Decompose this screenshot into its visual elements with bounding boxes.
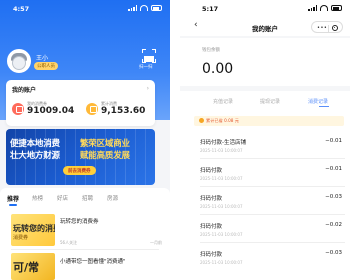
miniprogram-capsule: ••• <box>311 21 343 33</box>
record-date: 2025-11-03 10:00:07 <box>200 232 243 237</box>
feed-list: 玩转您的消费券 消费券 玩转您的消费券 56人关注 一月前 可/常 小通带您一图… <box>0 208 170 280</box>
records-panel: 充值记录 提现记录 消费记录 累计已省 0.08 元 扫码付款-生活店铺 202… <box>180 91 350 280</box>
record-name: 扫码付款-生活店铺 <box>200 140 246 146</box>
signal-icon <box>308 5 317 11</box>
record-amount: −0.02 <box>325 222 342 228</box>
record-date: 2025-11-03 10:00:07 <box>200 260 243 265</box>
banner-line-2: 壮大地方财源 <box>10 151 60 161</box>
divider <box>200 214 345 215</box>
capsule-divider <box>328 24 329 32</box>
tab-jobs[interactable]: 招聘 <box>82 194 93 202</box>
tab-recommend[interactable]: 推荐 <box>7 194 19 203</box>
divider <box>200 158 345 159</box>
tab-hot[interactable]: 热榜 <box>32 194 43 202</box>
nav-bar: ‹ 我的账户 ••• <box>180 18 350 36</box>
thumb-title: 玩转您的消费券 <box>13 224 55 233</box>
signal-icon <box>128 5 137 11</box>
status-bar: 5:17 <box>180 0 350 18</box>
feed-item-title[interactable]: 玩转您的消费券 <box>60 217 99 225</box>
thumb-title: 可/常 <box>13 261 40 274</box>
record-amount: −0.03 <box>325 194 342 200</box>
thumb-sub: 消费券 <box>13 235 29 241</box>
coupon-stat[interactable]: 我的消费券 91009.04 <box>12 101 74 116</box>
balance-card: 钱包余额 0.00 <box>180 38 350 86</box>
status-icons <box>128 5 162 11</box>
wallet-icon <box>86 103 98 115</box>
feed-tabs: 推荐 热榜 好店 招聘 房源 <box>0 188 170 208</box>
balance-amount: 0.00 <box>202 61 234 77</box>
record-name: 扫码付款 <box>200 196 223 202</box>
avatar-face <box>12 56 26 70</box>
tab-recharge-records[interactable]: 充值记录 <box>213 98 233 105</box>
record-amount: −0.01 <box>325 138 342 144</box>
tab-consume-records[interactable]: 消费记录 <box>308 98 328 105</box>
account-screen: 5:17 ‹ 我的账户 ••• 钱包余额 0.00 充值记录 提现记录 消费记录… <box>180 0 350 280</box>
user-name: 王小 <box>36 55 49 62</box>
record-date: 2025-11-03 10:00:07 <box>200 148 243 153</box>
tab-shops[interactable]: 好店 <box>57 194 68 202</box>
tab-withdraw-records[interactable]: 提现记录 <box>260 98 280 105</box>
record-amount: −0.01 <box>325 166 342 172</box>
spend-stat[interactable]: 累计消费 9,153.60 <box>86 101 145 116</box>
divider <box>200 186 345 187</box>
record-name: 扫码付款 <box>200 224 223 230</box>
tab-underline <box>9 204 17 206</box>
home-screen: 4:57 王小 公职人员 扫一扫 我的账户 › 我的消费券 91009.04 累… <box>0 0 170 280</box>
user-tag-badge: 公职人员 <box>34 62 58 70</box>
more-icon[interactable]: ••• <box>317 25 327 31</box>
account-card[interactable]: 我的账户 › 我的消费券 91009.04 累计消费 9,153.60 <box>6 80 155 126</box>
status-icons <box>308 5 342 11</box>
account-title: 我的账户 <box>12 87 37 94</box>
feed-thumbnail[interactable]: 玩转您的消费券 消费券 <box>11 214 55 246</box>
coupon-value: 91009.04 <box>27 106 75 116</box>
record-amount: −0.03 <box>325 250 342 256</box>
record-row[interactable]: 扫码付款-生活店铺 2025-11-03 10:00:07 −0.01 <box>200 136 348 162</box>
savings-notice-text: 累计已省 0.08 元 <box>206 118 239 124</box>
divider <box>200 242 345 243</box>
savings-notice: 累计已省 0.08 元 <box>194 116 344 126</box>
banner-line-3: 繁荣区域商业 <box>80 139 130 149</box>
spend-value: 9,153.60 <box>101 106 146 116</box>
feed-item-title[interactable]: 小通带您一图看懂"消费通" <box>60 257 126 265</box>
balance-label: 钱包余额 <box>202 48 220 53</box>
record-row[interactable]: 扫码付款 2025-11-03 10:00:07 −0.03 <box>200 248 348 274</box>
wifi-icon <box>320 5 328 11</box>
record-name: 扫码付款 <box>200 252 223 258</box>
banner-line-1: 便捷本地消费 <box>10 139 60 149</box>
feed-thumbnail[interactable]: 可/常 <box>11 253 55 280</box>
record-name: 扫码付款 <box>200 168 223 174</box>
tab-underline <box>319 106 329 107</box>
tab-housing[interactable]: 房源 <box>107 194 118 202</box>
battery-icon <box>151 5 162 11</box>
promo-banner[interactable]: 便捷本地消费 壮大地方财源 繁荣区域商业 赋能高质发展 前去消费券 <box>6 129 155 185</box>
record-date: 2025-11-03 10:00:07 <box>200 204 243 209</box>
record-date: 2025-11-03 10:00:07 <box>200 176 243 181</box>
banner-line-4: 赋能高质发展 <box>80 151 130 161</box>
divider <box>11 249 159 250</box>
record-row[interactable]: 扫码付款 2025-11-03 10:00:07 −0.02 <box>200 220 348 246</box>
coupon-icon <box>12 103 24 115</box>
status-bar: 4:57 <box>0 0 170 18</box>
wifi-icon <box>140 5 148 11</box>
avatar[interactable] <box>7 49 31 73</box>
chevron-right-icon[interactable]: › <box>147 85 149 92</box>
status-time: 4:57 <box>13 5 30 13</box>
close-icon[interactable] <box>332 25 338 31</box>
scan-icon[interactable] <box>142 49 156 63</box>
feed-item-meta: 56人关注 <box>60 240 78 245</box>
status-time: 5:17 <box>202 5 219 13</box>
scan-label[interactable]: 扫一扫 <box>139 64 153 70</box>
record-row[interactable]: 扫码付款 2025-11-03 10:00:07 −0.03 <box>200 192 348 218</box>
record-row[interactable]: 扫码付款 2025-11-03 10:00:07 −0.01 <box>200 164 348 190</box>
feed-item-time: 一月前 <box>150 240 162 245</box>
battery-icon <box>331 5 342 11</box>
banner-button[interactable]: 前去消费券 <box>63 166 96 175</box>
bell-icon <box>199 118 204 123</box>
